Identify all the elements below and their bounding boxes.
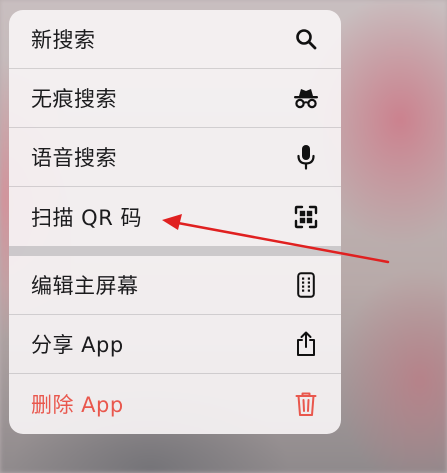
trash-icon — [293, 391, 319, 417]
menu-item-label: 分享 App — [31, 333, 124, 357]
menu-item-label: 删除 App — [31, 392, 124, 417]
context-menu: 新搜索 无痕搜索 语音搜索 扫描 QR 码 编辑主屏幕 分享 App 删除 Ap… — [9, 10, 341, 434]
menu-section-separator — [9, 246, 341, 256]
menu-item-private-search[interactable]: 无痕搜索 — [9, 69, 341, 128]
menu-item-edit-home-screen[interactable]: 编辑主屏幕 — [9, 256, 341, 315]
menu-item-label: 扫描 QR 码 — [31, 205, 142, 230]
menu-item-label: 编辑主屏幕 — [31, 274, 139, 298]
menu-item-label: 无痕搜索 — [31, 87, 117, 111]
menu-item-voice-search[interactable]: 语音搜索 — [9, 128, 341, 187]
phone-grid-icon — [293, 272, 319, 298]
incognito-icon — [293, 85, 319, 111]
menu-item-new-search[interactable]: 新搜索 — [9, 10, 341, 69]
menu-item-share-app[interactable]: 分享 App — [9, 315, 341, 374]
search-icon — [293, 26, 319, 52]
menu-item-label: 新搜索 — [31, 28, 96, 52]
menu-item-scan-qr[interactable]: 扫描 QR 码 — [9, 187, 341, 246]
menu-item-label: 语音搜索 — [31, 146, 117, 170]
microphone-icon — [293, 144, 319, 170]
qr-scan-icon — [293, 204, 319, 230]
menu-item-delete-app[interactable]: 删除 App — [9, 374, 341, 433]
share-icon — [293, 331, 319, 357]
